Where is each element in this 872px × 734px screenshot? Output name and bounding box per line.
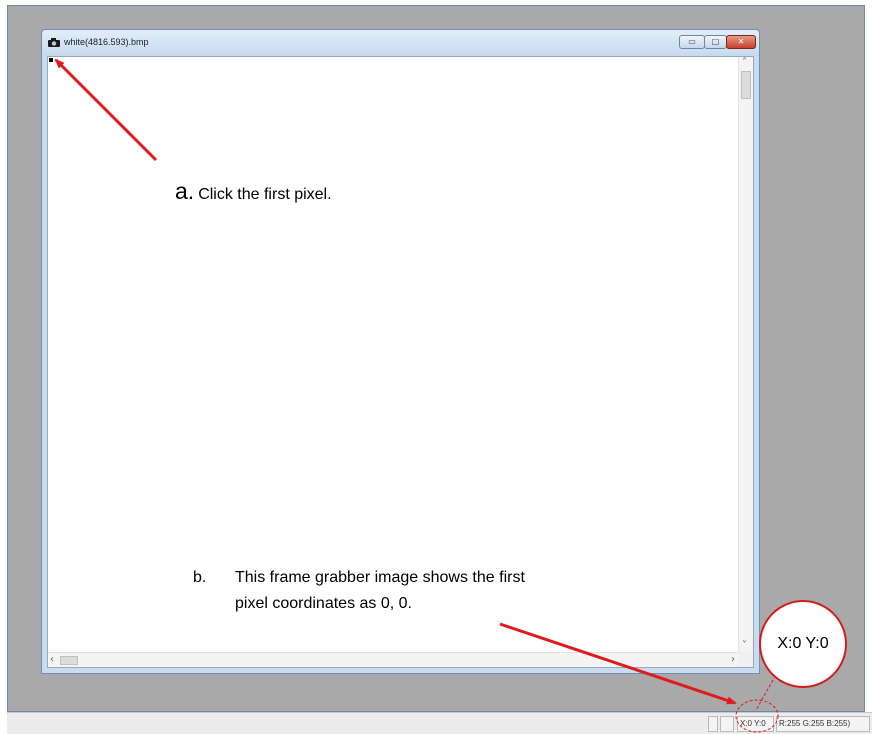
annotation-a: a. Click the first pixel. <box>175 178 332 205</box>
annotation-b: b. This frame grabber image shows the fir… <box>193 569 733 613</box>
scroll-right-arrow-icon[interactable]: › <box>731 655 735 665</box>
coordinates-callout: X:0 Y:0 <box>759 600 847 688</box>
status-pane-empty <box>720 716 734 732</box>
vertical-scrollbar[interactable]: ˄ ˅ <box>738 57 753 652</box>
scroll-down-arrow-icon[interactable]: ˅ <box>742 641 747 651</box>
annotation-b-line2: pixel coordinates as 0, 0. <box>235 595 412 612</box>
status-pane-empty <box>708 716 718 732</box>
annotation-b-letter: b. <box>193 569 207 586</box>
annotation-a-text: Click the first pixel. <box>198 186 332 203</box>
first-pixel-marker[interactable] <box>49 58 53 62</box>
close-button[interactable]: ✕ <box>726 35 756 49</box>
image-window-titlebar[interactable]: white(4816.593).bmp ▭ □ ✕ <box>42 30 759 56</box>
vertical-scroll-thumb[interactable] <box>741 71 751 99</box>
status-rgb-values: R:255 G:255 B:255) <box>776 716 870 732</box>
status-coordinates: X:0 Y:0 <box>737 716 774 732</box>
annotation-b-line1: This frame grabber image shows the first <box>235 569 525 586</box>
status-bar: X:0 Y:0 R:255 G:255 B:255) <box>7 712 872 734</box>
scroll-left-arrow-icon[interactable]: ‹ <box>50 655 54 665</box>
scroll-up-arrow-icon[interactable]: ˄ <box>742 58 747 68</box>
camera-icon <box>48 38 60 47</box>
maximize-button[interactable]: □ <box>704 35 727 49</box>
horizontal-scroll-thumb[interactable] <box>60 656 78 665</box>
window-title: white(4816.593).bmp <box>64 37 149 47</box>
horizontal-scrollbar[interactable]: ‹ › <box>48 652 739 667</box>
annotation-a-letter: a. <box>175 178 195 204</box>
scrollbar-corner <box>738 652 753 667</box>
minimize-button[interactable]: ▭ <box>679 35 705 49</box>
